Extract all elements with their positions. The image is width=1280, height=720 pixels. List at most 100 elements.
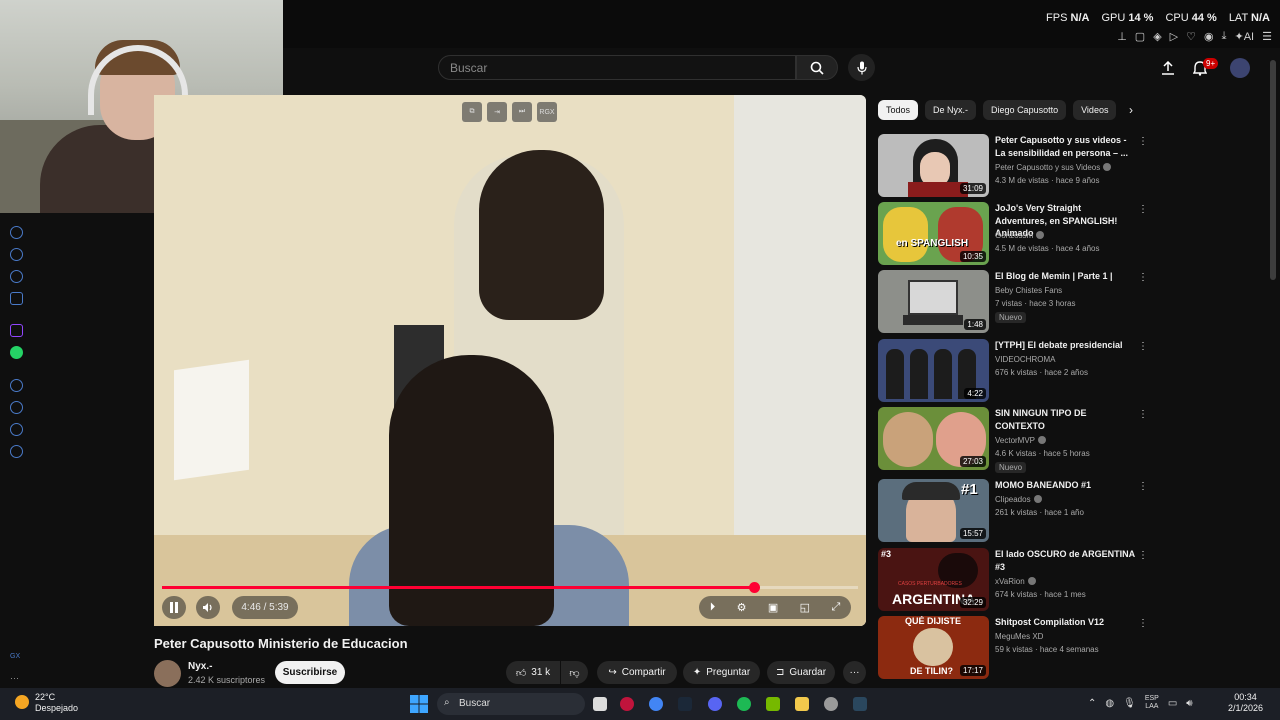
video-title[interactable]: El lado OSCURO de ARGENTINA #3 <box>995 548 1135 573</box>
autoplay-toggle-icon[interactable]: ⏵ <box>710 601 716 614</box>
gx-icon[interactable]: GX <box>10 653 20 660</box>
channel-name[interactable]: MeguMes XD <box>995 632 1043 641</box>
twitch-icon[interactable] <box>10 324 23 337</box>
list-item[interactable]: 27:03 SIN NINGUN TIPO DE CONTEXTO Vector… <box>878 407 1148 473</box>
video-thumbnail[interactable]: 4:22 <box>878 339 989 402</box>
list-item[interactable]: 31:09 Peter Capusotto y sus videos - La … <box>878 134 1148 198</box>
chip-diego-capusotto[interactable]: Diego Capusotto <box>983 100 1067 120</box>
taskbar-clock[interactable]: 00:34 2/1/2026 <box>1228 692 1263 714</box>
more-vertical-icon[interactable]: ⋮ <box>1138 481 1148 492</box>
upload-icon[interactable] <box>1158 58 1178 78</box>
bookmark-icon[interactable] <box>10 270 23 283</box>
channel-name[interactable]: Clipeados <box>995 495 1042 504</box>
pause-button[interactable] <box>162 596 186 619</box>
rgx-button[interactable]: RGX <box>537 102 557 122</box>
video-thumbnail[interactable]: #1 15:57 <box>878 479 989 542</box>
more-vertical-icon[interactable]: ⋮ <box>1138 341 1148 352</box>
chevron-right-icon[interactable]: › <box>1121 100 1141 120</box>
more-vertical-icon[interactable]: ⋮ <box>1138 618 1148 629</box>
more-vertical-icon[interactable]: ⋮ <box>1138 204 1148 215</box>
language-indicator[interactable]: ESP LAA <box>1145 695 1159 711</box>
video-title[interactable]: Peter Capusotto y sus videos - La sensib… <box>995 134 1135 159</box>
video-title[interactable]: SIN NINGUN TIPO DE CONTEXTO <box>995 407 1135 432</box>
voice-search-button[interactable] <box>848 54 875 81</box>
settings-app-icon[interactable] <box>824 697 838 711</box>
video-thumbnail[interactable]: en SPANGLISH 10:35 <box>878 202 989 265</box>
more-vertical-icon[interactable]: ⋮ <box>1138 136 1148 147</box>
channel-name[interactable]: Beby Chistes Fans <box>995 286 1062 295</box>
heart-icon[interactable]: ♡ <box>1186 30 1196 43</box>
channel-name[interactable]: Peter Capusotto y sus Videos <box>995 163 1112 172</box>
video-title[interactable]: Shitpost Compilation V12 <box>995 616 1135 629</box>
steam-app-icon[interactable] <box>853 697 867 711</box>
menu-icon[interactable]: ☰ <box>1262 30 1272 43</box>
play-circle-icon[interactable] <box>10 379 23 392</box>
volume-button[interactable] <box>196 596 220 619</box>
fullscreen-icon[interactable]: ⤢ <box>831 601 840 614</box>
video-thumbnail[interactable]: 27:03 <box>878 407 989 470</box>
ai-icon[interactable]: ✦AI <box>1235 30 1255 43</box>
chevron-up-icon[interactable]: ⌃ <box>1088 698 1096 709</box>
chip-videos[interactable]: Videos <box>1073 100 1117 120</box>
progress-scrubber[interactable] <box>748 582 760 593</box>
progress-bar[interactable] <box>162 582 858 593</box>
more-actions-button[interactable]: ··· <box>843 661 866 684</box>
video-title[interactable]: [YTPH] El debate presidencial <box>995 339 1135 352</box>
pin-icon[interactable]: ⊥ <box>1117 30 1127 43</box>
video-thumbnail[interactable]: #3 CASOS PERTURBADORES ARGENTINA 32:29 <box>878 548 989 611</box>
cast-icon[interactable]: ◱ <box>800 601 810 614</box>
save-button[interactable]: ⊐ Guardar <box>767 661 835 684</box>
list-item[interactable]: #1 15:57 MOMO BANEANDO #1 Clipeados 261 … <box>878 479 1148 543</box>
snap-icon[interactable]: ⇥ <box>487 102 507 122</box>
clock-icon[interactable] <box>10 401 23 414</box>
channel-name[interactable]: VectorMVP <box>995 436 1047 445</box>
file-explorer-icon[interactable] <box>795 697 809 711</box>
opera-gx-icon[interactable] <box>620 697 634 711</box>
more-vertical-icon[interactable]: ⋮ <box>1138 272 1148 283</box>
nvidia-icon[interactable] <box>766 697 780 711</box>
steam-icon[interactable] <box>678 697 692 711</box>
channel-name[interactable]: VIDEOCHROMA <box>995 355 1055 364</box>
video-title[interactable]: MOMO BANEANDO #1 <box>995 479 1135 492</box>
list-item[interactable]: 1:48 El Blog de Memin | Parte 1 | Beby C… <box>878 270 1148 334</box>
taskbar-search[interactable]: ⌕ Buscar <box>437 693 585 715</box>
download-icon[interactable]: ⤓ <box>1222 30 1227 43</box>
share-button[interactable]: ↪ Compartir <box>597 661 677 684</box>
extension-avatar-icon[interactable]: ◉ <box>1204 30 1214 43</box>
next-frame-icon[interactable]: ⏭ <box>512 102 532 122</box>
refresh-icon[interactable] <box>10 226 23 239</box>
mail-icon[interactable] <box>10 292 23 305</box>
list-item[interactable]: 4:22 [YTPH] El debate presidencial VIDEO… <box>878 339 1148 403</box>
shield-icon[interactable]: ◈ <box>1153 30 1161 43</box>
chip-todos[interactable]: Todos <box>878 100 919 120</box>
windows-start-icon[interactable] <box>410 695 428 713</box>
settings-gear-icon[interactable]: ⚙ <box>737 601 747 614</box>
list-item[interactable]: #3 CASOS PERTURBADORES ARGENTINA 32:29 E… <box>878 548 1148 612</box>
list-item[interactable]: QUÉ DIJISTE DE TILIN? 17:17 Shitpost Com… <box>878 616 1148 680</box>
cloud-icon[interactable] <box>10 248 23 261</box>
chrome-icon[interactable] <box>649 697 663 711</box>
video-player[interactable]: ⧉ ⇥ ⏭ RGX 4:46 / 5:39 ⏵ ⚙ ▣ ◱ ⤢ <box>154 95 866 626</box>
network-icon[interactable]: ◍ <box>1105 698 1114 709</box>
subscribe-button[interactable]: Suscribirse <box>275 661 345 684</box>
dislike-button[interactable]: 👎︎ <box>561 661 588 684</box>
channel-avatar[interactable] <box>154 660 181 687</box>
video-thumbnail[interactable]: 31:09 <box>878 134 989 197</box>
play-icon[interactable]: ▷ <box>1170 30 1178 43</box>
account-avatar[interactable] <box>1230 58 1250 78</box>
settings-icon[interactable] <box>10 445 23 458</box>
video-thumbnail[interactable]: QUÉ DIJISTE DE TILIN? 17:17 <box>878 616 989 679</box>
discord-icon[interactable] <box>708 697 722 711</box>
frame-icon[interactable]: ▢ <box>1135 30 1145 43</box>
cube-icon[interactable] <box>10 423 23 436</box>
popout-icon[interactable]: ⧉ <box>462 102 482 122</box>
whatsapp-icon[interactable] <box>10 346 23 359</box>
more-icon[interactable]: ··· <box>10 673 19 683</box>
chip-de-nyx[interactable]: De Nyx.- <box>925 100 977 120</box>
more-vertical-icon[interactable]: ⋮ <box>1138 550 1148 561</box>
channel-name[interactable]: xVaRion <box>995 577 1036 586</box>
page-scrollbar[interactable] <box>1270 60 1276 280</box>
display-icon[interactable]: ▭ <box>1168 698 1177 709</box>
task-view-icon[interactable] <box>593 697 607 711</box>
weather-widget[interactable]: 22°C Despejado <box>15 692 78 714</box>
